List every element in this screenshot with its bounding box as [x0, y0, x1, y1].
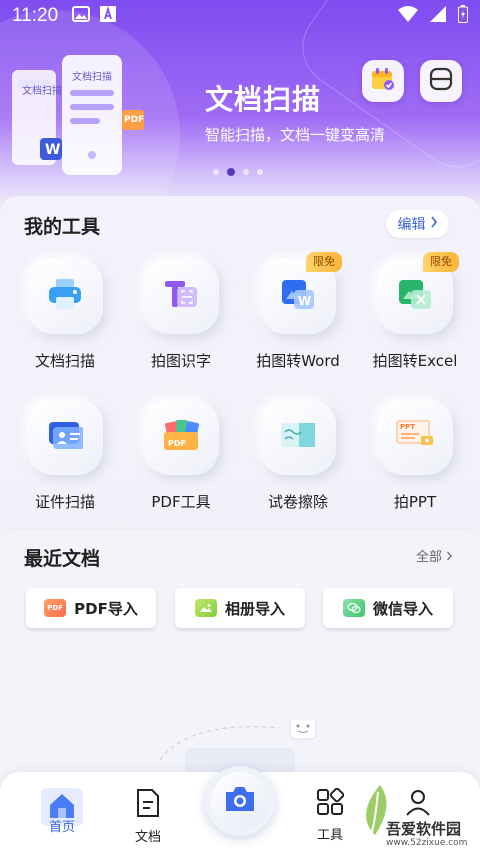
eraser-icon — [279, 420, 317, 454]
excel-convert-icon — [397, 277, 433, 315]
pdf-folder-icon: PDF — [162, 418, 200, 456]
nav-home[interactable]: 首页 — [32, 788, 92, 835]
calendar-check-button[interactable] — [362, 60, 404, 102]
tool-icon-bg — [143, 258, 219, 334]
tool-label: 证件扫描 — [34, 493, 95, 511]
tool-label: PDF工具 — [151, 493, 211, 511]
edit-label: 编辑 — [397, 217, 426, 233]
tool-text-recognition[interactable]: 拍图识字 — [126, 258, 236, 388]
svg-text:W: W — [298, 294, 311, 308]
hero-illus-doc-label-1: 文档扫描 — [22, 86, 62, 97]
tools-section-title: 我的工具 — [24, 216, 101, 238]
id-card-icon — [47, 420, 85, 454]
printer-icon — [47, 277, 83, 315]
battery-icon — [458, 5, 468, 27]
hero-pdf-tag: PDF — [124, 115, 145, 125]
tool-icon-bg: 限免 — [377, 252, 459, 334]
carousel-dot — [257, 169, 263, 175]
site-watermark: 吾爱软件园 www.52zixue.com — [350, 770, 480, 853]
tool-icon-bg: PDF — [143, 399, 219, 475]
camera-scan-button[interactable] — [205, 766, 275, 836]
pdf-import-label: PDF导入 — [74, 599, 138, 618]
tools-grid-icon — [316, 787, 345, 820]
album-import-label: 相册导入 — [224, 599, 285, 618]
album-import-button[interactable]: 相册导入 — [175, 588, 305, 628]
camera-icon — [223, 785, 257, 817]
tool-icon-bg — [27, 399, 103, 475]
svg-text:W: W — [45, 142, 60, 158]
wechat-icon — [342, 599, 365, 617]
scan-frame-icon — [428, 66, 454, 96]
tool-exam-erase[interactable]: 试卷擦除 — [243, 399, 353, 529]
text-notification-icon — [100, 5, 117, 26]
wechat-import-button[interactable]: 微信导入 — [323, 588, 453, 628]
edit-tools-button[interactable]: 编辑 — [386, 210, 449, 238]
tool-label: 拍PPT — [393, 493, 437, 511]
pdf-icon: PDF — [44, 599, 67, 617]
tool-icon-bg: 限免 W — [260, 252, 342, 334]
album-icon — [194, 599, 217, 617]
tool-label: 文档扫描 — [34, 352, 95, 370]
word-convert-icon: W — [280, 277, 316, 315]
svg-text:PPT: PPT — [400, 423, 415, 431]
tool-label: 拍图识字 — [150, 352, 211, 370]
chevron-right-icon — [446, 550, 453, 565]
carousel-dots — [213, 168, 263, 176]
tool-ppt-scan[interactable]: PPT 拍PPT — [360, 399, 470, 529]
wifi-icon — [398, 6, 418, 26]
tool-label: 拍图转Word — [256, 352, 340, 370]
view-all-label: 全部 — [416, 550, 443, 565]
ppt-icon: PPT — [395, 419, 435, 455]
chevron-right-icon — [430, 216, 438, 232]
status-bar: 11:20 — [0, 0, 480, 32]
text-recognition-icon — [163, 277, 199, 315]
tool-pdf[interactable]: PDF PDF工具 — [126, 399, 236, 529]
tool-id-scan[interactable]: 证件扫描 — [10, 399, 120, 529]
tool-icon-bg: PPT — [377, 399, 453, 475]
carousel-dot-active — [227, 168, 235, 176]
free-badge: 限免 — [306, 252, 342, 272]
status-time: 11:20 — [12, 5, 59, 26]
calendar-check-icon — [370, 66, 396, 96]
free-badge: 限免 — [423, 252, 459, 272]
pdf-import-button[interactable]: PDF PDF导入 — [26, 588, 156, 628]
camera-button-inner — [211, 772, 269, 830]
recent-section-title: 最近文档 — [24, 548, 101, 570]
hero-subtitle: 智能扫描，文档一键变高清 — [205, 126, 386, 144]
image-notification-icon — [72, 6, 91, 26]
carousel-dot — [243, 169, 249, 175]
tool-photo-to-word[interactable]: 限免 W 拍图转Word — [243, 252, 353, 388]
my-tools-section: 我的工具 编辑 文档扫描 拍图识字 限免 W 拍图转Word 限免 拍图转Exc… — [0, 196, 480, 536]
view-all-link[interactable]: 全部 — [416, 546, 453, 565]
nav-documents-label: 文档 — [134, 830, 161, 845]
tool-label: 试卷擦除 — [267, 493, 328, 511]
svg-text:PDF: PDF — [168, 439, 186, 448]
tool-icon-bg — [27, 258, 103, 334]
watermark-url: www.52zixue.com — [386, 838, 468, 848]
document-icon — [136, 789, 160, 822]
tool-icon-bg — [260, 399, 336, 475]
signal-icon — [430, 6, 446, 26]
nav-documents[interactable]: 文档 — [118, 788, 178, 845]
tool-document-scan[interactable]: 文档扫描 — [10, 258, 120, 388]
wechat-import-label: 微信导入 — [372, 599, 433, 618]
hero-illus-doc-label-2: 文档扫描 — [72, 72, 112, 83]
hero-banner[interactable]: 11:20 W 文档扫描 文档扫描 PDF 文档扫描 智能扫描，文档一键变高清 — [0, 0, 480, 215]
tool-photo-to-excel[interactable]: 限免 拍图转Excel — [360, 252, 470, 388]
tool-label: 拍图转Excel — [372, 352, 458, 370]
carousel-dot — [213, 169, 219, 175]
watermark-brand: 吾爱软件园 — [386, 820, 462, 838]
recent-docs-section: 最近文档 全部 PDF PDF导入 相册导入 微信导入 — [0, 530, 480, 780]
hero-title: 文档扫描 — [205, 83, 322, 116]
scan-frame-button[interactable] — [420, 60, 462, 102]
